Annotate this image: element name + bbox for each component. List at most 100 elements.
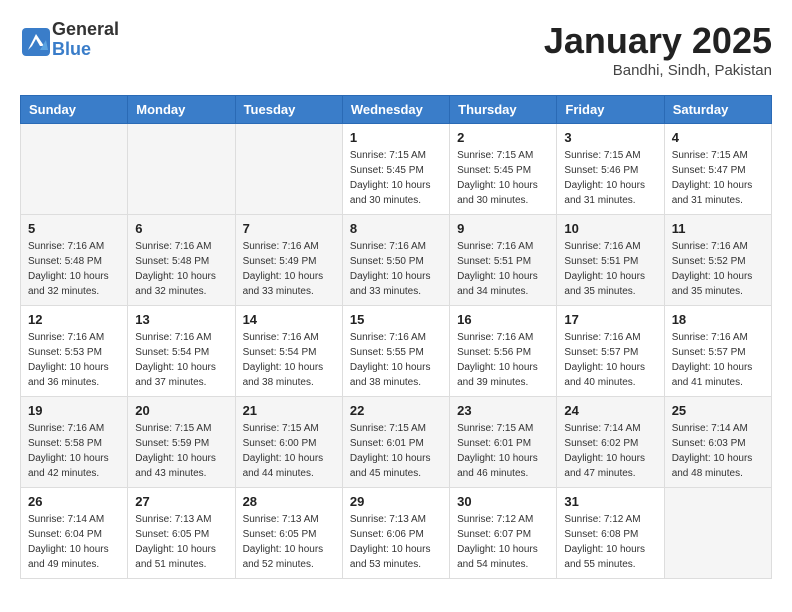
day-number: 5 bbox=[28, 221, 120, 236]
day-info: Sunrise: 7:16 AM Sunset: 5:54 PM Dayligh… bbox=[243, 330, 335, 390]
location: Bandhi, Sindh, Pakistan bbox=[544, 62, 772, 79]
calendar-cell: 16 Sunrise: 7:16 AM Sunset: 5:56 PM Dayli… bbox=[450, 306, 557, 397]
calendar-cell: 29 Sunrise: 7:13 AM Sunset: 6:06 PM Dayli… bbox=[342, 488, 449, 579]
logo-general-text: General bbox=[52, 20, 119, 40]
day-number: 13 bbox=[135, 312, 227, 327]
header-day-saturday: Saturday bbox=[664, 96, 771, 124]
calendar-cell: 20 Sunrise: 7:15 AM Sunset: 5:59 PM Dayli… bbox=[128, 397, 235, 488]
header-day-thursday: Thursday bbox=[450, 96, 557, 124]
day-number: 12 bbox=[28, 312, 120, 327]
calendar-cell: 22 Sunrise: 7:15 AM Sunset: 6:01 PM Dayli… bbox=[342, 397, 449, 488]
header-day-monday: Monday bbox=[128, 96, 235, 124]
calendar-cell: 7Sunrise: 7:16 AM Sunset: 5:49 PM Daylig… bbox=[235, 215, 342, 306]
calendar-week-row: 19Sunrise: 7:16 AM Sunset: 5:58 PM Dayli… bbox=[21, 397, 772, 488]
day-info: Sunrise: 7:16 AM Sunset: 5:57 PM Dayligh… bbox=[672, 330, 764, 390]
header-day-wednesday: Wednesday bbox=[342, 96, 449, 124]
calendar-cell: 11Sunrise: 7:16 AM Sunset: 5:52 PM Dayli… bbox=[664, 215, 771, 306]
calendar-cell: 4 Sunrise: 7:15 AM Sunset: 5:47 PM Daylig… bbox=[664, 124, 771, 215]
calendar-cell: 10 Sunrise: 7:16 AM Sunset: 5:51 PM Dayli… bbox=[557, 215, 664, 306]
calendar-cell: 27 Sunrise: 7:13 AM Sunset: 6:05 PM Dayli… bbox=[128, 488, 235, 579]
logo-text: General Blue bbox=[52, 20, 119, 60]
calendar-cell: 30Sunrise: 7:12 AM Sunset: 6:07 PM Dayli… bbox=[450, 488, 557, 579]
day-number: 4 bbox=[672, 130, 764, 145]
day-info: Sunrise: 7:12 AM Sunset: 6:07 PM Dayligh… bbox=[457, 512, 549, 572]
calendar-header-row: SundayMondayTuesdayWednesdayThursdayFrid… bbox=[21, 96, 772, 124]
calendar-cell: 24 Sunrise: 7:14 AM Sunset: 6:02 PM Dayli… bbox=[557, 397, 664, 488]
calendar-cell: 8Sunrise: 7:16 AM Sunset: 5:50 PM Daylig… bbox=[342, 215, 449, 306]
day-number: 10 bbox=[564, 221, 656, 236]
day-info: Sunrise: 7:15 AM Sunset: 5:46 PM Dayligh… bbox=[564, 148, 656, 208]
day-number: 3 bbox=[564, 130, 656, 145]
calendar-cell: 1Sunrise: 7:15 AM Sunset: 5:45 PM Daylig… bbox=[342, 124, 449, 215]
calendar-cell: 14 Sunrise: 7:16 AM Sunset: 5:54 PM Dayli… bbox=[235, 306, 342, 397]
header-day-tuesday: Tuesday bbox=[235, 96, 342, 124]
day-info: Sunrise: 7:15 AM Sunset: 6:01 PM Dayligh… bbox=[350, 421, 442, 481]
header-day-sunday: Sunday bbox=[21, 96, 128, 124]
calendar-cell bbox=[664, 488, 771, 579]
calendar-cell: 9Sunrise: 7:16 AM Sunset: 5:51 PM Daylig… bbox=[450, 215, 557, 306]
calendar-cell bbox=[128, 124, 235, 215]
day-number: 19 bbox=[28, 403, 120, 418]
day-number: 29 bbox=[350, 494, 442, 509]
calendar-week-row: 1 Sunrise: 7:15 AM Sunset: 5:45 PM Daylig… bbox=[21, 124, 772, 215]
calendar-cell: 21 Sunrise: 7:15 AM Sunset: 6:00 PM Dayli… bbox=[235, 397, 342, 488]
day-info: Sunrise: 7:13 AM Sunset: 6:05 PM Dayligh… bbox=[135, 512, 227, 572]
calendar-cell: 18 Sunrise: 7:16 AM Sunset: 5:57 PM Dayli… bbox=[664, 306, 771, 397]
calendar-cell: 28 Sunrise: 7:13 AM Sunset: 6:05 PM Dayli… bbox=[235, 488, 342, 579]
calendar-week-row: 12 Sunrise: 7:16 AM Sunset: 5:53 PM Dayli… bbox=[21, 306, 772, 397]
logo: General Blue bbox=[20, 20, 119, 60]
day-info: Sunrise: 7:13 AM Sunset: 6:05 PM Dayligh… bbox=[243, 512, 335, 572]
calendar-cell: 5Sunrise: 7:16 AM Sunset: 5:48 PM Daylig… bbox=[21, 215, 128, 306]
day-info: Sunrise: 7:16 AM Sunset: 5:53 PM Dayligh… bbox=[28, 330, 120, 390]
calendar-cell: 15 Sunrise: 7:16 AM Sunset: 5:55 PM Dayli… bbox=[342, 306, 449, 397]
day-number: 20 bbox=[135, 403, 227, 418]
day-number: 2 bbox=[457, 130, 549, 145]
day-info: Sunrise: 7:13 AM Sunset: 6:06 PM Dayligh… bbox=[350, 512, 442, 572]
day-number: 17 bbox=[564, 312, 656, 327]
day-info: Sunrise: 7:16 AM Sunset: 5:50 PM Dayligh… bbox=[350, 239, 442, 299]
day-number: 24 bbox=[564, 403, 656, 418]
page-header: General Blue January 2025 Bandhi, Sindh,… bbox=[20, 20, 772, 79]
day-info: Sunrise: 7:16 AM Sunset: 5:57 PM Dayligh… bbox=[564, 330, 656, 390]
calendar-cell: 3 Sunrise: 7:15 AM Sunset: 5:46 PM Daylig… bbox=[557, 124, 664, 215]
day-number: 18 bbox=[672, 312, 764, 327]
day-info: Sunrise: 7:16 AM Sunset: 5:52 PM Dayligh… bbox=[672, 239, 764, 299]
calendar-cell: 13Sunrise: 7:16 AM Sunset: 5:54 PM Dayli… bbox=[128, 306, 235, 397]
day-number: 14 bbox=[243, 312, 335, 327]
day-info: Sunrise: 7:16 AM Sunset: 5:55 PM Dayligh… bbox=[350, 330, 442, 390]
day-info: Sunrise: 7:14 AM Sunset: 6:04 PM Dayligh… bbox=[28, 512, 120, 572]
day-number: 27 bbox=[135, 494, 227, 509]
day-number: 1 bbox=[350, 130, 442, 145]
day-info: Sunrise: 7:16 AM Sunset: 5:56 PM Dayligh… bbox=[457, 330, 549, 390]
day-info: Sunrise: 7:15 AM Sunset: 5:45 PM Dayligh… bbox=[457, 148, 549, 208]
calendar-week-row: 26 Sunrise: 7:14 AM Sunset: 6:04 PM Dayli… bbox=[21, 488, 772, 579]
calendar-cell: 25 Sunrise: 7:14 AM Sunset: 6:03 PM Dayli… bbox=[664, 397, 771, 488]
calendar-table: SundayMondayTuesdayWednesdayThursdayFrid… bbox=[20, 95, 772, 579]
day-info: Sunrise: 7:16 AM Sunset: 5:51 PM Dayligh… bbox=[564, 239, 656, 299]
day-number: 28 bbox=[243, 494, 335, 509]
day-number: 26 bbox=[28, 494, 120, 509]
day-number: 16 bbox=[457, 312, 549, 327]
day-number: 22 bbox=[350, 403, 442, 418]
day-info: Sunrise: 7:16 AM Sunset: 5:49 PM Dayligh… bbox=[243, 239, 335, 299]
day-info: Sunrise: 7:14 AM Sunset: 6:02 PM Dayligh… bbox=[564, 421, 656, 481]
day-number: 15 bbox=[350, 312, 442, 327]
day-info: Sunrise: 7:16 AM Sunset: 5:51 PM Dayligh… bbox=[457, 239, 549, 299]
day-info: Sunrise: 7:16 AM Sunset: 5:48 PM Dayligh… bbox=[135, 239, 227, 299]
calendar-cell bbox=[235, 124, 342, 215]
day-info: Sunrise: 7:15 AM Sunset: 5:59 PM Dayligh… bbox=[135, 421, 227, 481]
day-info: Sunrise: 7:15 AM Sunset: 6:01 PM Dayligh… bbox=[457, 421, 549, 481]
calendar-cell: 23 Sunrise: 7:15 AM Sunset: 6:01 PM Dayli… bbox=[450, 397, 557, 488]
day-info: Sunrise: 7:15 AM Sunset: 6:00 PM Dayligh… bbox=[243, 421, 335, 481]
day-number: 21 bbox=[243, 403, 335, 418]
calendar-cell: 19Sunrise: 7:16 AM Sunset: 5:58 PM Dayli… bbox=[21, 397, 128, 488]
title-block: January 2025 Bandhi, Sindh, Pakistan bbox=[544, 20, 772, 79]
day-info: Sunrise: 7:12 AM Sunset: 6:08 PM Dayligh… bbox=[564, 512, 656, 572]
day-number: 23 bbox=[457, 403, 549, 418]
calendar-week-row: 5 Sunrise: 7:16 AM Sunset: 5:48 PM Daylig… bbox=[21, 215, 772, 306]
day-info: Sunrise: 7:14 AM Sunset: 6:03 PM Dayligh… bbox=[672, 421, 764, 481]
day-info: Sunrise: 7:15 AM Sunset: 5:47 PM Dayligh… bbox=[672, 148, 764, 208]
day-number: 25 bbox=[672, 403, 764, 418]
calendar-cell: 12 Sunrise: 7:16 AM Sunset: 5:53 PM Dayli… bbox=[21, 306, 128, 397]
day-number: 31 bbox=[564, 494, 656, 509]
